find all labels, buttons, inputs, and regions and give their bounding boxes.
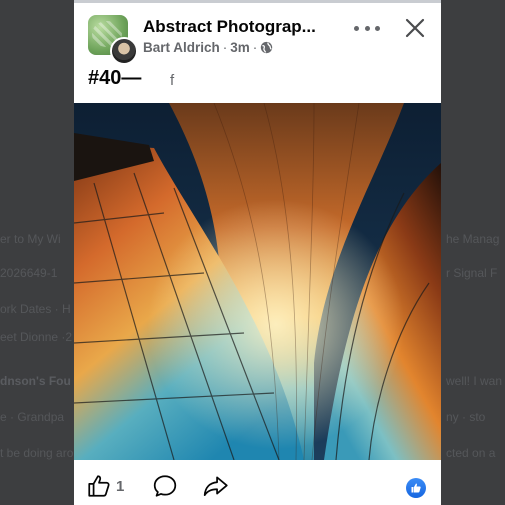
share-button[interactable] (202, 472, 230, 500)
post-card: Abstract Photograp... Bart Aldrich · 3m … (74, 0, 441, 505)
like-button[interactable]: 1 (86, 472, 124, 500)
background-text: he Manag (446, 232, 500, 246)
more-options-icon[interactable] (354, 17, 380, 39)
post-meta: Bart Aldrich · 3m · (143, 40, 273, 55)
globe-icon[interactable] (260, 41, 273, 54)
background-text: dnson's Fou (0, 374, 71, 388)
background-text: ork Dates · H (0, 302, 71, 316)
page-avatar[interactable] (88, 15, 138, 65)
thumbs-up-icon (411, 483, 421, 493)
close-icon[interactable] (404, 17, 426, 39)
background-text: ny · sto (446, 410, 486, 424)
post-photo[interactable] (74, 103, 441, 460)
background-text: cted on a (446, 446, 496, 460)
caption-glyph: f (170, 72, 175, 89)
comment-icon (153, 475, 177, 497)
post-caption: #40— (88, 67, 142, 89)
meta-separator: · (252, 40, 258, 55)
background-text: e · Grandpa (0, 410, 65, 424)
background-text: 2026649-1 (0, 266, 58, 280)
background-text: r Signal F (446, 266, 498, 280)
background-text: t be doing aro (0, 446, 74, 460)
like-count: 1 (116, 477, 125, 495)
thumbs-up-icon (88, 475, 110, 497)
comment-button[interactable] (152, 472, 178, 500)
meta-separator: · (222, 40, 228, 55)
background-text: eet Dionne ·2 (0, 330, 73, 344)
post-timestamp[interactable]: 3m (230, 40, 250, 55)
author-avatar[interactable] (110, 37, 138, 65)
background-text: well! I wan (446, 374, 503, 388)
page-name-link[interactable]: Abstract Photograp... (143, 17, 343, 37)
background-text: er to My Wi (0, 232, 61, 246)
like-reaction-icon[interactable] (406, 478, 426, 498)
author-name-link[interactable]: Bart Aldrich (143, 40, 220, 55)
card-divider (74, 0, 441, 3)
share-icon (203, 476, 228, 497)
post-actions-bar: 1 (74, 464, 441, 505)
